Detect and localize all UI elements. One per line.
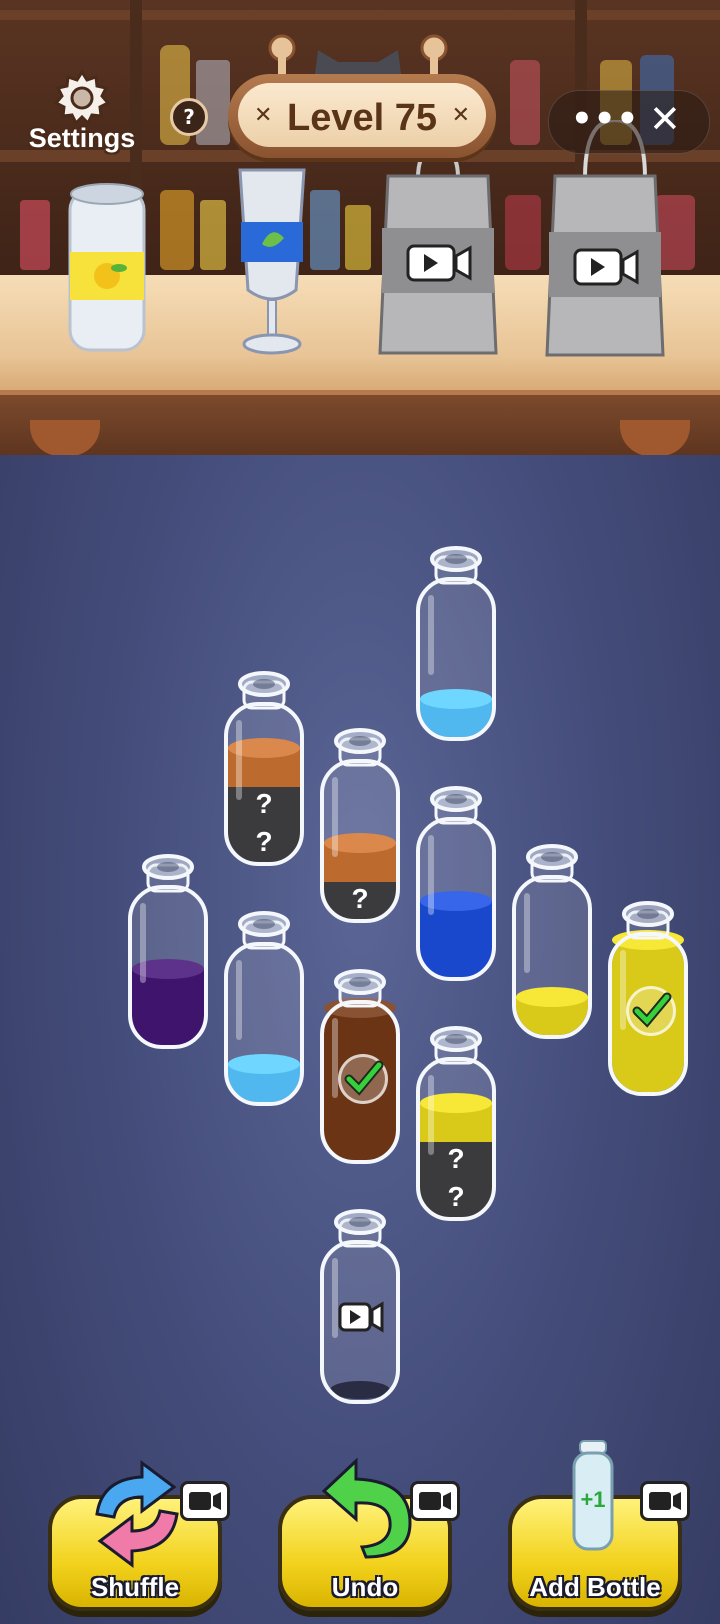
help-button[interactable]: ? [170,98,208,136]
undo-button[interactable]: Undo [278,1457,460,1611]
add-bottle-button[interactable]: +1 Add Bottle [508,1440,690,1611]
undo-icon [321,1457,412,1559]
video-ad-icon [338,1301,384,1333]
counter-edge [0,395,720,455]
video-ad-icon [180,1481,230,1521]
add-bottle-label: Add Bottle [529,1572,661,1602]
bottle[interactable] [510,843,594,1043]
checkmark-icon [338,1054,388,1104]
level-plate: ✕ Level 75 ✕ [228,74,496,158]
gear-icon [53,69,111,126]
shop-shelf-area: Settings ? ✕ Level 75 ✕ ••• ✕ [0,0,720,455]
checkmark-icon [626,986,676,1036]
leaf-goblet[interactable] [232,160,312,360]
plate-bolt-icon: ✕ [451,103,470,128]
bottle[interactable]: ? [318,727,402,927]
hidden-layer-question-mark: ? [447,1181,465,1212]
video-ad-icon [410,1481,460,1521]
add-bottle-badge: +1 [580,1487,605,1512]
bottle[interactable] [414,785,498,985]
close-button[interactable]: ✕ [649,97,681,141]
locked-gift-bag[interactable] [545,120,675,365]
shuffle-icon [95,1460,179,1568]
bottle[interactable] [606,900,690,1100]
bottle-plus-icon: +1 [572,1440,614,1551]
hidden-layer-question-mark: ? [447,1143,465,1174]
bottle[interactable] [414,545,498,745]
lemon-soda-can[interactable] [62,180,152,360]
bottle[interactable]: ?? [222,670,306,870]
undo-label: Undo [331,1572,399,1602]
settings-button[interactable]: Settings [22,68,142,158]
locked-gift-bag[interactable] [378,148,508,363]
hidden-layer-question-mark: ? [255,826,273,857]
bottle[interactable] [126,853,210,1053]
bottle[interactable] [318,1208,402,1408]
hidden-layer-question-mark: ? [255,788,273,819]
bottle[interactable] [222,910,306,1110]
mini-app-capsule: ••• ✕ [548,90,710,154]
bottle[interactable]: ?? [414,1025,498,1225]
video-ad-icon [640,1481,690,1521]
settings-label: Settings [28,123,136,153]
bottle[interactable] [318,968,402,1168]
shuffle-label: Shuffle [90,1572,180,1602]
hidden-layer-question-mark: ? [351,883,369,914]
level-title: Level 75 [287,97,437,139]
shuffle-button[interactable]: Shuffle [48,1460,230,1611]
more-options-button[interactable]: ••• [571,99,639,139]
